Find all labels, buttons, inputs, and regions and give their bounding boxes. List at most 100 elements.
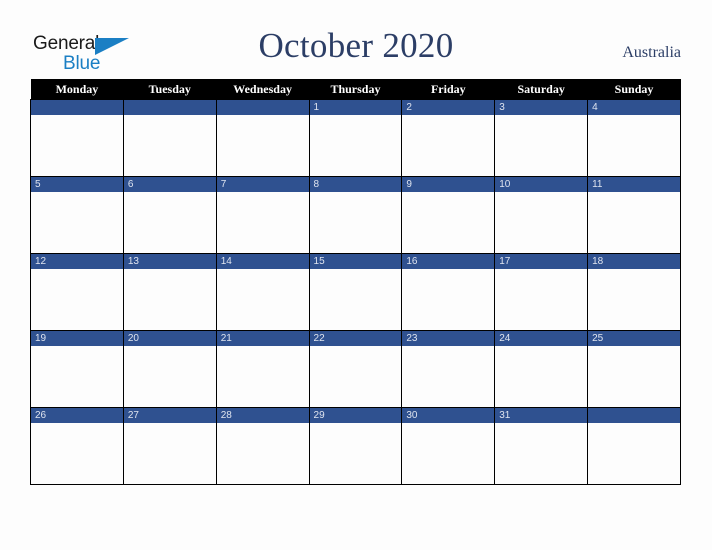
calendar-day-cell[interactable]: 16 bbox=[401, 253, 496, 331]
day-number bbox=[216, 100, 309, 115]
day-number: 12 bbox=[31, 254, 123, 269]
calendar-day-cell[interactable]: 13 bbox=[122, 253, 217, 331]
day-event-area[interactable] bbox=[31, 423, 123, 484]
day-number: 31 bbox=[495, 408, 588, 423]
weekday-header-saturday: Saturday bbox=[494, 79, 588, 100]
day-event-area[interactable] bbox=[588, 423, 680, 484]
day-number bbox=[588, 408, 680, 423]
day-number: 19 bbox=[31, 331, 123, 346]
calendar-day-cell[interactable]: 4 bbox=[587, 99, 681, 177]
day-event-area[interactable] bbox=[588, 115, 680, 176]
day-number: 15 bbox=[309, 254, 402, 269]
calendar-day-cell[interactable]: 18 bbox=[587, 253, 681, 331]
weekday-header-row: Monday Tuesday Wednesday Thursday Friday Satu… bbox=[30, 79, 681, 100]
day-event-area[interactable] bbox=[495, 192, 587, 253]
day-number: 3 bbox=[495, 100, 588, 115]
weekday-header-monday: Monday bbox=[30, 79, 124, 100]
calendar-day-cell[interactable]: 20 bbox=[122, 330, 217, 408]
day-number: 17 bbox=[495, 254, 588, 269]
calendar-day-cell[interactable]: 9 bbox=[401, 176, 496, 254]
day-number: 29 bbox=[309, 408, 402, 423]
calendar-day-cell[interactable]: 17 bbox=[494, 253, 589, 331]
day-event-area[interactable] bbox=[495, 269, 587, 330]
calendar-day-cell[interactable]: 25 bbox=[587, 330, 681, 408]
day-event-area[interactable] bbox=[495, 115, 587, 176]
calendar-day-cell[interactable]: 14 bbox=[215, 253, 310, 331]
day-event-area[interactable] bbox=[217, 115, 309, 176]
calendar-day-cell[interactable]: 31 bbox=[494, 407, 589, 485]
calendar-day-cell[interactable]: 7 bbox=[215, 176, 310, 254]
calendar-day-cell[interactable]: 11 bbox=[587, 176, 681, 254]
calendar-week-row: 19 20 21 22 23 24 25 bbox=[30, 330, 681, 408]
day-event-area[interactable] bbox=[310, 346, 402, 407]
country-label: Australia bbox=[622, 44, 681, 61]
calendar-day-cell[interactable]: 29 bbox=[308, 407, 403, 485]
day-event-area[interactable] bbox=[217, 423, 309, 484]
weekday-header-thursday: Thursday bbox=[309, 79, 402, 100]
day-number: 8 bbox=[309, 177, 402, 192]
day-event-area[interactable] bbox=[31, 269, 123, 330]
calendar-day-cell[interactable] bbox=[30, 99, 124, 177]
day-event-area[interactable] bbox=[588, 192, 680, 253]
calendar-body: 1 2 3 4 5 6 7 8 9 10 11 12 13 14 15 16 17 18 19 20 21 22 23 24 2… bbox=[30, 99, 681, 485]
calendar-day-cell[interactable]: 10 bbox=[494, 176, 589, 254]
calendar-day-cell[interactable] bbox=[587, 407, 681, 485]
day-event-area[interactable] bbox=[124, 346, 216, 407]
calendar-grid: Monday Tuesday Wednesday Thursday Friday Satu… bbox=[30, 79, 681, 485]
calendar-day-cell[interactable]: 24 bbox=[494, 330, 589, 408]
calendar-day-cell[interactable]: 5 bbox=[30, 176, 124, 254]
day-event-area[interactable] bbox=[310, 115, 402, 176]
day-event-area[interactable] bbox=[402, 115, 494, 176]
weekday-header-wednesday: Wednesday bbox=[216, 79, 310, 100]
day-event-area[interactable] bbox=[217, 269, 309, 330]
calendar-week-row: 5 6 7 8 9 10 11 bbox=[30, 176, 681, 254]
day-event-area[interactable] bbox=[402, 346, 494, 407]
day-event-area[interactable] bbox=[124, 269, 216, 330]
calendar-day-cell[interactable] bbox=[122, 99, 217, 177]
calendar-day-cell[interactable]: 15 bbox=[308, 253, 403, 331]
calendar-day-cell[interactable]: 27 bbox=[122, 407, 217, 485]
calendar-day-cell[interactable]: 22 bbox=[308, 330, 403, 408]
day-number: 6 bbox=[123, 177, 216, 192]
day-number bbox=[31, 100, 123, 115]
day-event-area[interactable] bbox=[310, 192, 402, 253]
calendar-day-cell[interactable]: 23 bbox=[401, 330, 496, 408]
calendar-day-cell[interactable]: 30 bbox=[401, 407, 496, 485]
day-event-area[interactable] bbox=[31, 192, 123, 253]
day-event-area[interactable] bbox=[124, 115, 216, 176]
weekday-header-tuesday: Tuesday bbox=[123, 79, 217, 100]
calendar-day-cell[interactable]: 21 bbox=[215, 330, 310, 408]
day-number: 11 bbox=[588, 177, 680, 192]
day-number: 13 bbox=[123, 254, 216, 269]
calendar-day-cell[interactable]: 12 bbox=[30, 253, 124, 331]
day-number: 10 bbox=[495, 177, 588, 192]
calendar-day-cell[interactable]: 6 bbox=[122, 176, 217, 254]
day-event-area[interactable] bbox=[402, 423, 494, 484]
calendar-day-cell[interactable]: 26 bbox=[30, 407, 124, 485]
day-event-area[interactable] bbox=[402, 192, 494, 253]
calendar-week-row: 12 13 14 15 16 17 18 bbox=[30, 253, 681, 331]
day-event-area[interactable] bbox=[217, 346, 309, 407]
day-event-area[interactable] bbox=[588, 346, 680, 407]
page-title: October 2020 bbox=[258, 26, 454, 65]
calendar-day-cell[interactable]: 3 bbox=[494, 99, 589, 177]
calendar-day-cell[interactable]: 1 bbox=[308, 99, 403, 177]
calendar-day-cell[interactable]: 2 bbox=[401, 99, 496, 177]
day-event-area[interactable] bbox=[124, 192, 216, 253]
calendar-day-cell[interactable] bbox=[215, 99, 310, 177]
day-event-area[interactable] bbox=[402, 269, 494, 330]
calendar-day-cell[interactable]: 28 bbox=[215, 407, 310, 485]
day-event-area[interactable] bbox=[31, 346, 123, 407]
calendar-day-cell[interactable]: 8 bbox=[308, 176, 403, 254]
day-number: 27 bbox=[123, 408, 216, 423]
day-event-area[interactable] bbox=[310, 269, 402, 330]
day-event-area[interactable] bbox=[31, 115, 123, 176]
day-number: 25 bbox=[588, 331, 680, 346]
day-event-area[interactable] bbox=[124, 423, 216, 484]
day-event-area[interactable] bbox=[588, 269, 680, 330]
day-event-area[interactable] bbox=[495, 423, 587, 484]
day-event-area[interactable] bbox=[495, 346, 587, 407]
day-event-area[interactable] bbox=[217, 192, 309, 253]
calendar-day-cell[interactable]: 19 bbox=[30, 330, 124, 408]
day-event-area[interactable] bbox=[310, 423, 402, 484]
